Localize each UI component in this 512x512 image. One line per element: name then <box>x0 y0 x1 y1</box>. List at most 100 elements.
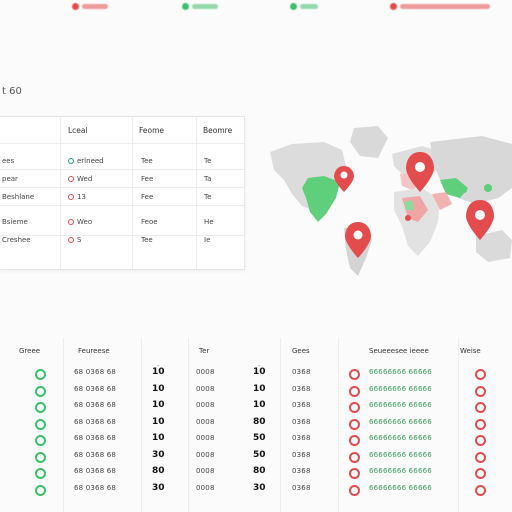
row-sub-code: 0008 <box>196 417 215 426</box>
row-long-code: 66666666 66666 <box>369 401 432 409</box>
column-header[interactable]: Feureese <box>78 347 110 355</box>
row-code: 68 0368 68 <box>74 434 117 442</box>
row-code-2: 0368 <box>292 417 311 426</box>
location-icon <box>68 158 74 164</box>
row-name: Bsieme <box>2 218 28 226</box>
status-ring-icon <box>35 418 46 430</box>
row-number-2: 80 <box>253 416 266 427</box>
row-value: Wed <box>68 175 92 183</box>
column-header[interactable]: Feome <box>139 126 164 135</box>
row-code-2: 0368 <box>292 467 311 475</box>
status-ring-icon <box>349 418 360 430</box>
status-ring-icon[interactable] <box>475 402 486 413</box>
status-ring-icon[interactable] <box>475 484 486 496</box>
row-name: pear <box>2 175 18 183</box>
status-ring-icon <box>349 468 360 479</box>
status-ring-icon[interactable] <box>475 385 486 397</box>
row-value: Weo <box>68 218 92 226</box>
row-col3: He <box>204 218 214 226</box>
status-ring-icon[interactable] <box>475 369 486 380</box>
status-bar <box>82 3 108 9</box>
column-header[interactable]: Seueeesee ieeee <box>369 347 429 355</box>
row-number-1: 10 <box>152 433 165 443</box>
row-long-code: 66666666 66666 <box>369 368 432 376</box>
row-number-1: 10 <box>152 383 165 394</box>
row-name: Beshlane <box>2 193 35 201</box>
row-code-2: 0368 <box>292 384 311 393</box>
row-sub-code: 0008 <box>196 450 215 459</box>
row-col3: Te <box>204 193 212 201</box>
column-header[interactable]: Gees <box>292 347 310 355</box>
status-ring-icon <box>349 451 360 463</box>
row-col3: Ta <box>204 175 212 183</box>
status-dot-icon <box>390 2 397 10</box>
row-col2: Feoe <box>141 218 158 226</box>
status-ring-icon <box>35 468 46 479</box>
row-sub-code: 0008 <box>196 368 215 376</box>
row-code: 68 0368 68 <box>74 417 117 426</box>
status-ring-icon <box>349 385 360 397</box>
row-code: 68 0368 68 <box>74 368 117 376</box>
status-ring-icon[interactable] <box>475 418 486 430</box>
row-col2: Tee <box>141 236 153 244</box>
row-col3: Ie <box>204 236 211 244</box>
status-bar <box>192 3 218 9</box>
status-ring-icon <box>35 369 46 380</box>
column-header[interactable]: Weise <box>460 347 481 355</box>
row-name: Creshee <box>2 236 31 244</box>
row-number-1: 10 <box>152 367 165 377</box>
row-col2: Fee <box>141 175 154 183</box>
status-pill-3[interactable] <box>284 0 324 12</box>
row-code: 68 0368 68 <box>74 401 117 409</box>
locations-card: Lceal Feome Beomre ees erlneed Tee Te pe… <box>0 116 245 270</box>
row-code: 68 0368 68 <box>74 467 117 475</box>
row-value: 13 <box>68 193 86 201</box>
status-ring-icon[interactable] <box>475 451 486 463</box>
column-header[interactable]: Ter <box>199 347 209 355</box>
status-ring-icon <box>35 484 46 496</box>
status-pill-1[interactable] <box>66 0 114 12</box>
status-ring-icon <box>35 451 46 463</box>
column-header[interactable]: Greee <box>19 347 40 355</box>
status-ring-icon <box>35 435 46 446</box>
row-code-2: 0368 <box>292 401 311 409</box>
data-table: Greee Feureese Ter Gees Seueeesee ieeee … <box>0 338 512 512</box>
row-long-code: 66666666 66666 <box>369 483 432 492</box>
alert-icon <box>68 219 74 225</box>
status-pill-4[interactable] <box>384 0 496 12</box>
row-sub-code: 0008 <box>196 483 215 492</box>
row-long-code: 66666666 66666 <box>369 434 432 442</box>
status-ring-icon <box>349 435 360 446</box>
status-ring-icon <box>349 369 360 380</box>
row-name: ees <box>2 157 15 165</box>
row-code-2: 0368 <box>292 434 311 442</box>
row-value: erlneed <box>68 157 104 165</box>
status-bar <box>400 3 490 9</box>
status-ring-icon <box>349 484 360 496</box>
alert-icon <box>68 237 74 243</box>
row-sub-code: 0008 <box>196 384 215 393</box>
column-header[interactable]: Beomre <box>203 126 232 135</box>
row-sub-code: 0008 <box>196 434 215 442</box>
status-bar <box>300 3 318 9</box>
row-code: 68 0368 68 <box>74 384 117 393</box>
world-map[interactable] <box>262 118 512 278</box>
status-ring-icon[interactable] <box>475 435 486 446</box>
row-number-1: 30 <box>152 482 165 493</box>
row-code-2: 0368 <box>292 450 311 459</box>
row-code-2: 0368 <box>292 368 311 376</box>
row-value: S <box>68 236 81 244</box>
row-number-2: 50 <box>253 449 266 460</box>
row-number-2: 10 <box>253 400 266 410</box>
row-long-code: 66666666 66666 <box>369 450 432 459</box>
status-pill-2[interactable] <box>176 0 224 12</box>
north-america-highlight <box>302 176 340 222</box>
status-ring-icon <box>35 402 46 413</box>
row-col3: Te <box>204 157 212 165</box>
status-ring-icon[interactable] <box>475 468 486 479</box>
alert-icon <box>68 194 74 200</box>
column-header[interactable]: Lceal <box>68 126 88 135</box>
alert-icon <box>68 176 74 182</box>
row-code: 68 0368 68 <box>74 450 117 459</box>
row-sub-code: 0008 <box>196 467 215 475</box>
